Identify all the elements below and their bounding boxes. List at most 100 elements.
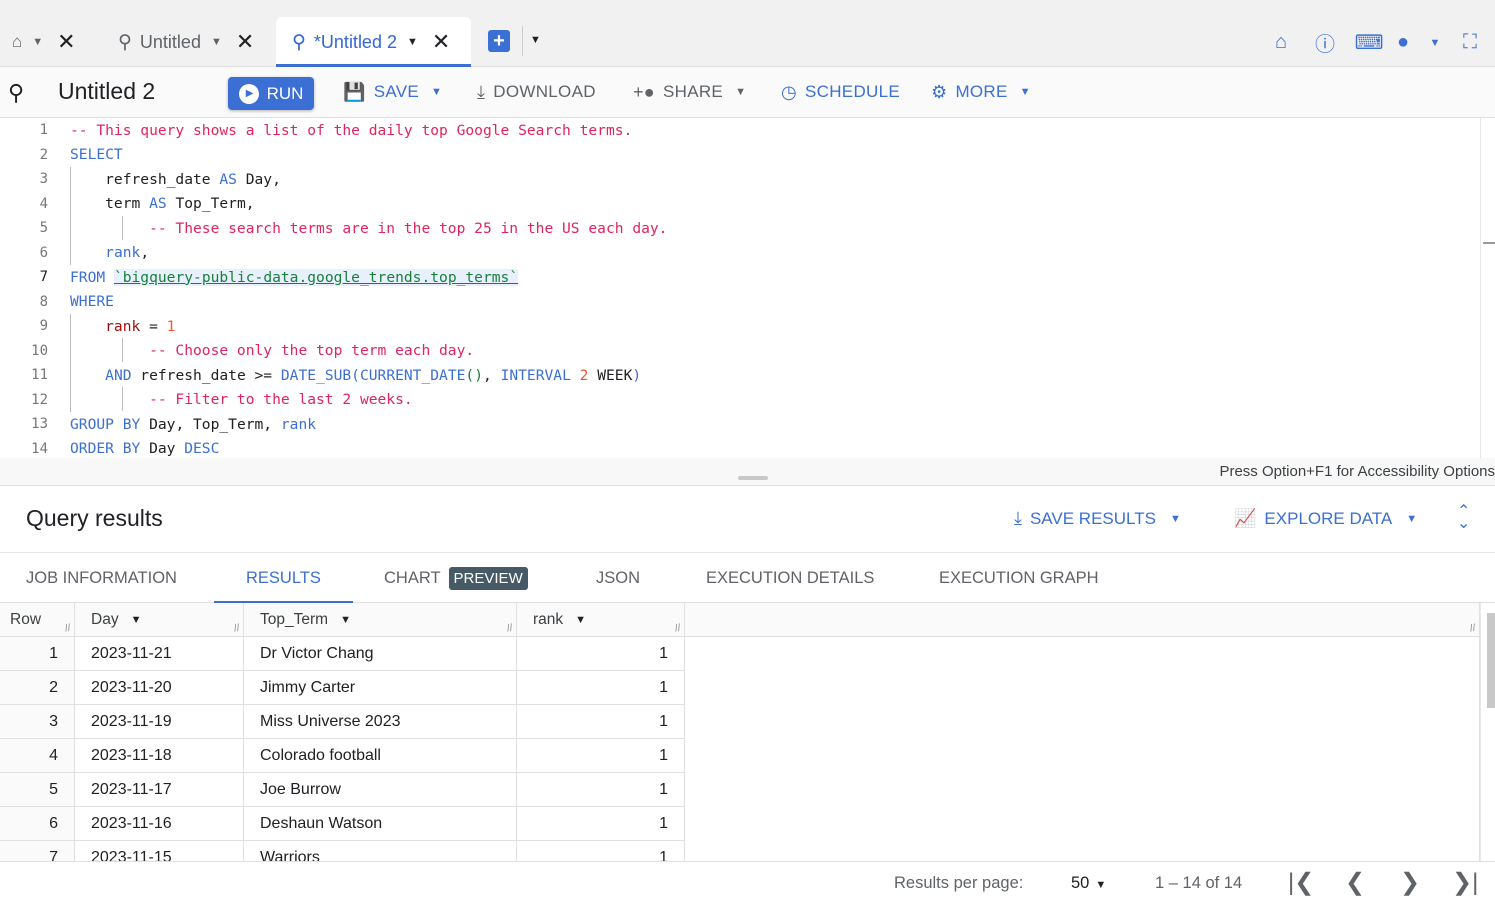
resize-handle[interactable]	[738, 476, 768, 480]
scrollbar-thumb[interactable]	[1487, 613, 1495, 708]
sort-icon[interactable]: ▼	[340, 614, 351, 626]
save-icon: 💾	[343, 81, 366, 102]
results-per-page-select[interactable]: 50 ▼	[1071, 874, 1106, 893]
more-button[interactable]: ⚙ MORE ▼	[931, 67, 1031, 117]
table-scrollbar[interactable]	[1480, 603, 1495, 861]
tab-json[interactable]: JSON	[596, 553, 640, 603]
code-line[interactable]: 5 -- These search terms are in the top 2…	[0, 216, 1480, 241]
previous-page-icon[interactable]: ❮	[1345, 868, 1365, 897]
code-line[interactable]: 11 AND refresh_date >= DATE_SUB(CURRENT_…	[0, 363, 1480, 388]
home-icon[interactable]: ⌂	[1259, 31, 1303, 54]
chevron-down-icon[interactable]: ▼	[1415, 37, 1455, 49]
tab-job-information[interactable]: JOB INFORMATION	[26, 553, 177, 603]
resize-icon[interactable]: //	[1470, 623, 1477, 635]
line-number: 6	[39, 244, 48, 261]
code-line[interactable]: 9 rank = 1	[0, 314, 1480, 339]
code-line[interactable]: 4 term AS Top_Term,	[0, 192, 1480, 217]
resize-icon[interactable]: //	[675, 623, 682, 635]
home-icon: ⌂	[12, 32, 23, 51]
table-row[interactable]: 2 2023-11-20 Jimmy Carter 1	[0, 671, 1480, 705]
code-line[interactable]: 3 refresh_date AS Day,	[0, 167, 1480, 192]
info-icon[interactable]: ⓘ	[1303, 28, 1347, 57]
code-line[interactable]: 6 rank,	[0, 241, 1480, 266]
tab-execution-graph[interactable]: EXECUTION GRAPH	[939, 553, 1099, 603]
line-number: 10	[31, 342, 48, 359]
share-button[interactable]: +● SHARE ▼	[633, 67, 746, 117]
sort-icon[interactable]: ▼	[131, 614, 142, 626]
code-line[interactable]: 1 -- This query shows a list of the daily…	[0, 118, 1480, 143]
last-page-icon[interactable]: ❯|	[1452, 868, 1478, 897]
code-text: ORDER BY Day DESC	[70, 440, 219, 457]
top-icons: ⌂ ⓘ ⌨ ● ▼ ⛶	[1259, 28, 1485, 57]
accessibility-hint: Press Option+F1 for Accessibility Option…	[1219, 463, 1495, 480]
fullscreen-icon[interactable]: ⛶	[1455, 31, 1485, 54]
per-page-value: 50	[1071, 874, 1090, 892]
tab-label: *Untitled 2	[313, 31, 397, 52]
cell-empty	[685, 637, 1480, 671]
code-line[interactable]: 8 WHERE	[0, 290, 1480, 315]
code-line[interactable]: 12 -- Filter to the last 2 weeks.	[0, 388, 1480, 413]
download-button[interactable]: ⤓ DOWNLOAD	[477, 67, 596, 117]
schedule-button[interactable]: ◷ SCHEDULE	[781, 67, 900, 117]
code-line[interactable]: 7 FROM `bigquery-public-data.google_trend…	[0, 265, 1480, 290]
first-page-icon[interactable]: |❮	[1288, 868, 1314, 897]
save-results-button[interactable]: ⤓ SAVE RESULTS ▼	[1014, 508, 1181, 529]
query-icon: ⚲	[292, 31, 306, 53]
column-header-top-term[interactable]: Top_Term ▼ //	[244, 603, 517, 637]
close-icon[interactable]: ✕	[57, 29, 75, 55]
cell-top-term: Dr Victor Chang	[244, 637, 517, 671]
sort-icon[interactable]: ▼	[575, 614, 586, 626]
close-icon[interactable]: ✕	[236, 29, 254, 55]
resize-icon[interactable]: //	[507, 623, 514, 635]
chevron-down-icon: ▼	[1095, 879, 1107, 891]
next-page-icon[interactable]: ❯	[1400, 868, 1420, 897]
code-token: Day,	[236, 170, 281, 188]
column-header-rank[interactable]: rank ▼ //	[517, 603, 685, 637]
line-number: 12	[31, 391, 48, 408]
resize-icon[interactable]: //	[234, 623, 241, 635]
save-button[interactable]: 💾 SAVE ▼	[343, 67, 442, 117]
code-token: WEEK	[588, 366, 633, 384]
line-number: 7	[39, 269, 48, 286]
chevron-down-icon[interactable]: ▼	[530, 34, 541, 46]
keyboard-icon[interactable]: ⌨	[1347, 30, 1391, 55]
resize-icon[interactable]: //	[65, 623, 72, 635]
code-line[interactable]: 13 GROUP BY Day, Top_Term, rank	[0, 412, 1480, 437]
table-row[interactable]: 3 2023-11-19 Miss Universe 2023 1	[0, 705, 1480, 739]
tab-home[interactable]: ⌂ ▼ ✕	[12, 17, 76, 67]
column-header-day[interactable]: Day ▼ //	[75, 603, 244, 637]
close-icon[interactable]: ✕	[432, 29, 450, 55]
chevron-down-icon[interactable]: ▼	[407, 36, 418, 48]
chevron-down-icon[interactable]: ▼	[211, 36, 222, 48]
code-token: `bigquery-public-data.google_trends.top_…	[113, 268, 519, 286]
table-row[interactable]: 6 2023-11-16 Deshaun Watson 1	[0, 807, 1480, 841]
add-icon[interactable]: +	[488, 30, 510, 52]
cell-rank: 1	[517, 637, 685, 671]
download-label: DOWNLOAD	[493, 82, 596, 101]
accessibility-bar: Press Option+F1 for Accessibility Option…	[0, 458, 1495, 486]
expand-collapse-icon[interactable]: ⌃ ⌄	[1457, 504, 1470, 532]
table-row[interactable]: 4 2023-11-18 Colorado football 1	[0, 739, 1480, 773]
table-row[interactable]: 7 2023-11-15 Warriors 1	[0, 841, 1480, 861]
tab-untitled[interactable]: ⚲ Untitled ▼ ✕	[118, 17, 254, 67]
code-line[interactable]: 2 SELECT	[0, 143, 1480, 168]
code-token: Day	[140, 440, 185, 458]
chevron-down-icon[interactable]: ▼	[32, 36, 43, 48]
run-button[interactable]: ▶ RUN	[228, 77, 314, 110]
tab-untitled-2[interactable]: ⚲ *Untitled 2 ▼ ✕	[276, 17, 471, 67]
tab-chart[interactable]: CHART PREVIEW	[384, 553, 528, 603]
code-line[interactable]: 10 -- Choose only the top term each day.	[0, 339, 1480, 364]
sql-editor[interactable]: 1 -- This query shows a list of the daily…	[0, 118, 1495, 458]
code-text: AND refresh_date >= DATE_SUB(CURRENT_DAT…	[70, 367, 641, 384]
explore-data-button[interactable]: 📈 EXPLORE DATA ▼	[1234, 508, 1417, 529]
lightbulb-icon[interactable]: ●	[1391, 31, 1415, 54]
download-icon: ⤓	[1014, 508, 1022, 528]
line-number: 3	[39, 171, 48, 188]
table-row[interactable]: 1 2023-11-21 Dr Victor Chang 1	[0, 637, 1480, 671]
tab-results[interactable]: RESULTS	[214, 553, 353, 604]
tab-execution-details[interactable]: EXECUTION DETAILS	[706, 553, 874, 603]
table-row[interactable]: 5 2023-11-17 Joe Burrow 1	[0, 773, 1480, 807]
editor-scrollbar[interactable]	[1480, 118, 1495, 458]
